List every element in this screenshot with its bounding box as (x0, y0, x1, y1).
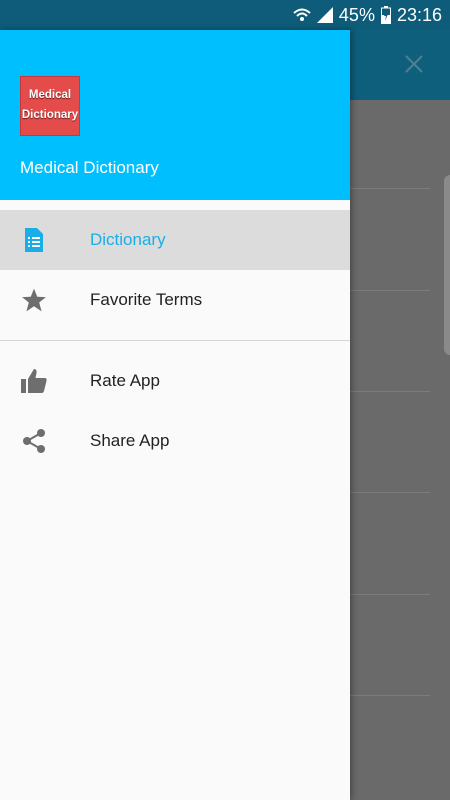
menu-item-label: Favorite Terms (90, 290, 203, 309)
list-divider (350, 492, 430, 493)
status-icons: 45% 23:16 (293, 0, 442, 30)
wifi-icon (293, 7, 311, 23)
menu-item-favorite-terms[interactable]: Favorite Terms (0, 270, 350, 330)
list-divider (350, 391, 430, 392)
list-divider (350, 695, 430, 696)
list-divider (350, 594, 430, 595)
logo-line: Medical (28, 89, 72, 101)
battery-percent: 45% (338, 4, 375, 25)
menu-item-dictionary[interactable]: Dictionary (0, 210, 350, 270)
share-icon (20, 428, 48, 454)
clock: 23:16 (396, 4, 442, 25)
menu-divider (0, 340, 350, 341)
drawer-title: Medical Dictionary (20, 158, 159, 177)
star-icon (20, 287, 48, 313)
app-logo: Medical Dictionary (20, 76, 80, 136)
menu-item-label: Share App (90, 431, 170, 450)
navigation-drawer: Medical Dictionary Medical Dictionary Di… (0, 30, 350, 800)
menu-item-rate-app[interactable]: Rate App (0, 351, 350, 411)
status-bar: 45% 23:16 (0, 0, 450, 30)
menu-item-label: Rate App (90, 371, 160, 390)
drawer-header: Medical Dictionary Medical Dictionary (0, 30, 350, 200)
menu-item-label: Dictionary (90, 230, 166, 249)
signal-icon (316, 7, 333, 23)
thumbs-up-icon (20, 368, 48, 394)
menu-item-share-app[interactable]: Share App (0, 411, 350, 471)
battery-charging-icon (380, 6, 391, 24)
logo-line: Dictionary (21, 109, 79, 121)
list-divider (350, 188, 430, 189)
close-icon[interactable] (402, 52, 426, 76)
background-card-edge (444, 175, 450, 355)
document-list-icon (20, 227, 48, 253)
list-divider (350, 290, 430, 291)
